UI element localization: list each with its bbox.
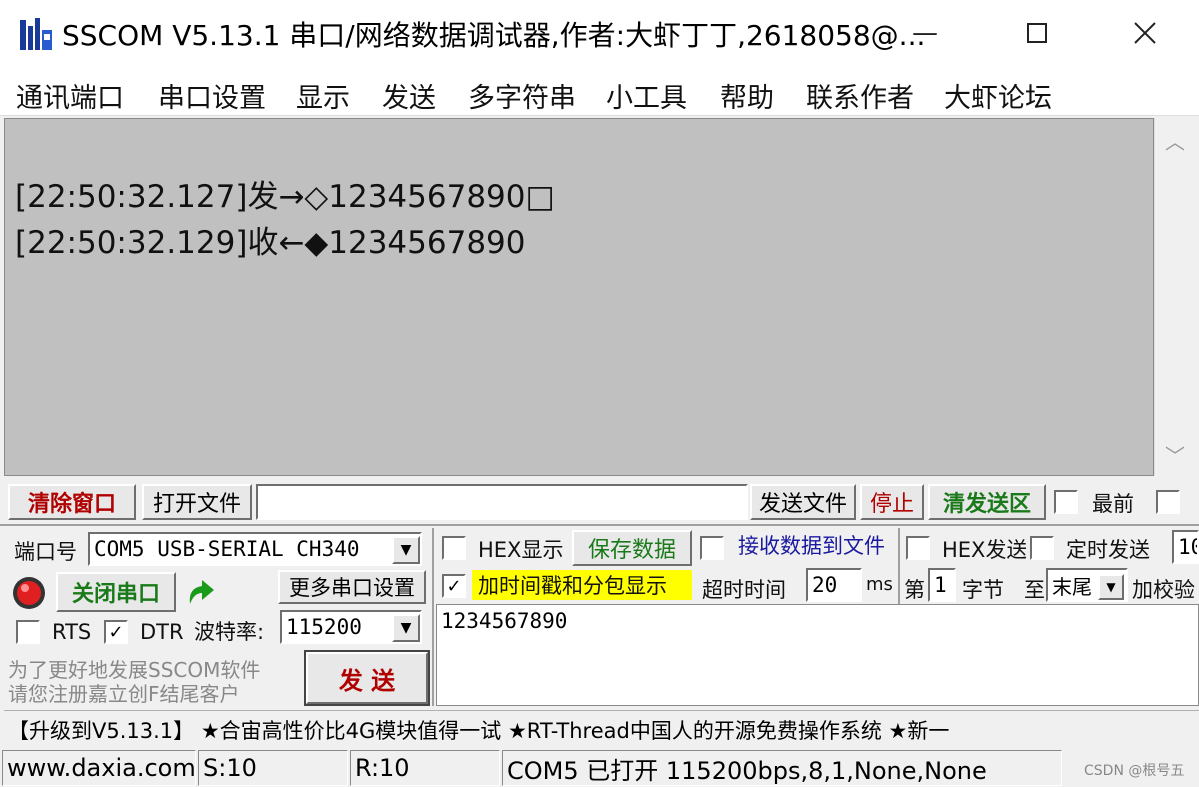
maximize-icon — [1027, 23, 1047, 43]
window-title: SSCOM V5.13.1 串口/网络数据调试器,作者:大虾丁丁,2618058… — [62, 19, 926, 52]
receive-scrollbar[interactable]: ︿ ﹀ — [1154, 118, 1194, 476]
menu-contact-author[interactable]: 联系作者 — [806, 76, 914, 115]
chevron-down-icon: ▼ — [1106, 580, 1116, 594]
watermark: CSDN @根号五 — [1084, 763, 1185, 779]
baud-label: 波特率: — [194, 620, 265, 644]
send-text-area[interactable]: 1234567890 — [436, 604, 1199, 706]
divider — [898, 528, 900, 604]
chevron-up-icon[interactable]: ︿ — [1155, 122, 1195, 158]
receive-area[interactable]: [22:50:32.127]发→◇1234567890□ [22:50:32.1… — [4, 118, 1154, 476]
ticker-text: 【升级到V5.13.1】 ★合宙高性价比4G模块值得一试 ★RT-Thread中… — [8, 719, 950, 743]
menu-comm-port[interactable]: 通讯端口 — [16, 76, 124, 115]
menu-display[interactable]: 显示 — [296, 76, 350, 115]
status-sent: S:10 — [198, 750, 348, 786]
rts-checkbox[interactable] — [16, 620, 40, 644]
menu-forum[interactable]: 大虾论坛 — [944, 76, 1052, 115]
byte-prefix-label: 第 — [904, 578, 925, 602]
record-icon — [13, 577, 45, 609]
close-button[interactable] — [1100, 6, 1190, 60]
rts-label: RTS — [52, 620, 92, 644]
end-dropdown-button[interactable]: ▼ — [1098, 574, 1124, 600]
chevron-down-icon: ▼ — [400, 542, 412, 558]
hex-display-checkbox[interactable] — [442, 536, 466, 560]
timed-interval-field[interactable]: 10 — [1172, 530, 1199, 564]
menu-bar: 通讯端口 串口设置 显示 发送 多字符串 小工具 帮助 联系作者 大虾论坛 — [0, 70, 1199, 116]
send-file-button[interactable]: 发送文件 — [750, 484, 856, 520]
hex-send-label: HEX发送 — [942, 538, 1026, 562]
divider — [432, 528, 434, 706]
save-data-button[interactable]: 保存数据 — [572, 530, 692, 566]
sscom-app-icon — [20, 18, 52, 50]
file-path-field[interactable] — [256, 484, 748, 520]
status-received: R:10 — [350, 750, 500, 786]
timestamp-checkbox[interactable]: ✓ — [442, 574, 466, 598]
byte-index-field[interactable]: 1 — [928, 568, 956, 602]
divider — [0, 524, 1199, 526]
port-dropdown-button[interactable]: ▼ — [392, 536, 420, 564]
hex-display-label: HEX显示 — [478, 538, 564, 562]
close-port-button[interactable]: 关闭串口 — [56, 572, 176, 612]
status-port: COM5 已打开 115200bps,8,1,None,None — [502, 750, 1062, 786]
ms-label: ms — [866, 574, 893, 595]
close-icon — [1134, 22, 1156, 44]
timeout-label: 超时时间 — [702, 578, 786, 602]
recv-to-file-label[interactable]: 接收数据到文件 — [738, 530, 896, 560]
hex-send-checkbox[interactable] — [906, 536, 930, 560]
topmost-label: 最前 — [1092, 492, 1134, 516]
open-file-button[interactable]: 打开文件 — [142, 484, 252, 520]
timestamp-label: 加时间戳和分包显示 — [472, 570, 692, 600]
more-serial-settings-button[interactable]: 更多串口设置 — [278, 570, 426, 604]
port-value: COM5 USB-SERIAL CH340 — [94, 537, 360, 561]
chevron-down-icon[interactable]: ﹀ — [1155, 436, 1195, 472]
send-text: 1234567890 — [441, 609, 568, 633]
english-checkbox[interactable] — [1156, 490, 1180, 514]
clear-send-area-button[interactable]: 清发送区 — [928, 484, 1046, 520]
port-select[interactable]: COM5 USB-SERIAL CH340 — [88, 532, 422, 566]
dtr-label: DTR — [140, 620, 184, 644]
refresh-icon[interactable] — [182, 574, 218, 612]
baud-dropdown-button[interactable]: ▼ — [392, 614, 420, 642]
menu-multi-string[interactable]: 多字符串 — [468, 76, 576, 115]
menu-tools[interactable]: 小工具 — [606, 76, 687, 115]
recv-to-file-checkbox[interactable] — [700, 536, 724, 560]
receive-line: [22:50:32.127]发→◇1234567890□ — [15, 179, 555, 215]
send-button[interactable]: 发 送 — [304, 650, 430, 706]
byte-suffix-label: 字节 — [962, 578, 1004, 602]
timed-send-checkbox[interactable] — [1030, 536, 1054, 560]
maximize-button[interactable] — [992, 6, 1082, 60]
receive-line: [22:50:32.129]收←◆1234567890 — [15, 225, 526, 261]
timed-send-label: 定时发送 — [1066, 538, 1150, 562]
topmost-checkbox[interactable] — [1054, 490, 1078, 514]
clear-window-button[interactable]: 清除窗口 — [8, 484, 136, 520]
port-label: 端口号 — [14, 540, 77, 564]
menu-send[interactable]: 发送 — [382, 76, 436, 115]
menu-serial-settings[interactable]: 串口设置 — [158, 76, 266, 115]
minimize-button[interactable]: — — [880, 6, 970, 60]
news-ticker[interactable]: 【升级到V5.13.1】 ★合宙高性价比4G模块值得一试 ★RT-Thread中… — [4, 710, 1199, 744]
baud-value: 115200 — [286, 615, 362, 639]
title-bar: SSCOM V5.13.1 串口/网络数据调试器,作者:大虾丁丁,2618058… — [0, 0, 1199, 70]
promo-line-2: 请您注册嘉立创F结尾客户 — [8, 682, 240, 706]
timeout-field[interactable]: 20 — [806, 568, 862, 602]
checksum-label: 加校验 — [1132, 578, 1195, 602]
stop-button[interactable]: 停止 — [860, 484, 924, 520]
menu-help[interactable]: 帮助 — [720, 76, 774, 115]
to-label: 至 — [1024, 578, 1045, 602]
status-website[interactable]: www.daxia.com — [2, 750, 196, 786]
minimize-icon: — — [912, 18, 938, 48]
chevron-down-icon: ▼ — [400, 620, 412, 636]
end-value: 末尾 — [1052, 574, 1092, 599]
dtr-checkbox[interactable]: ✓ — [104, 620, 128, 644]
